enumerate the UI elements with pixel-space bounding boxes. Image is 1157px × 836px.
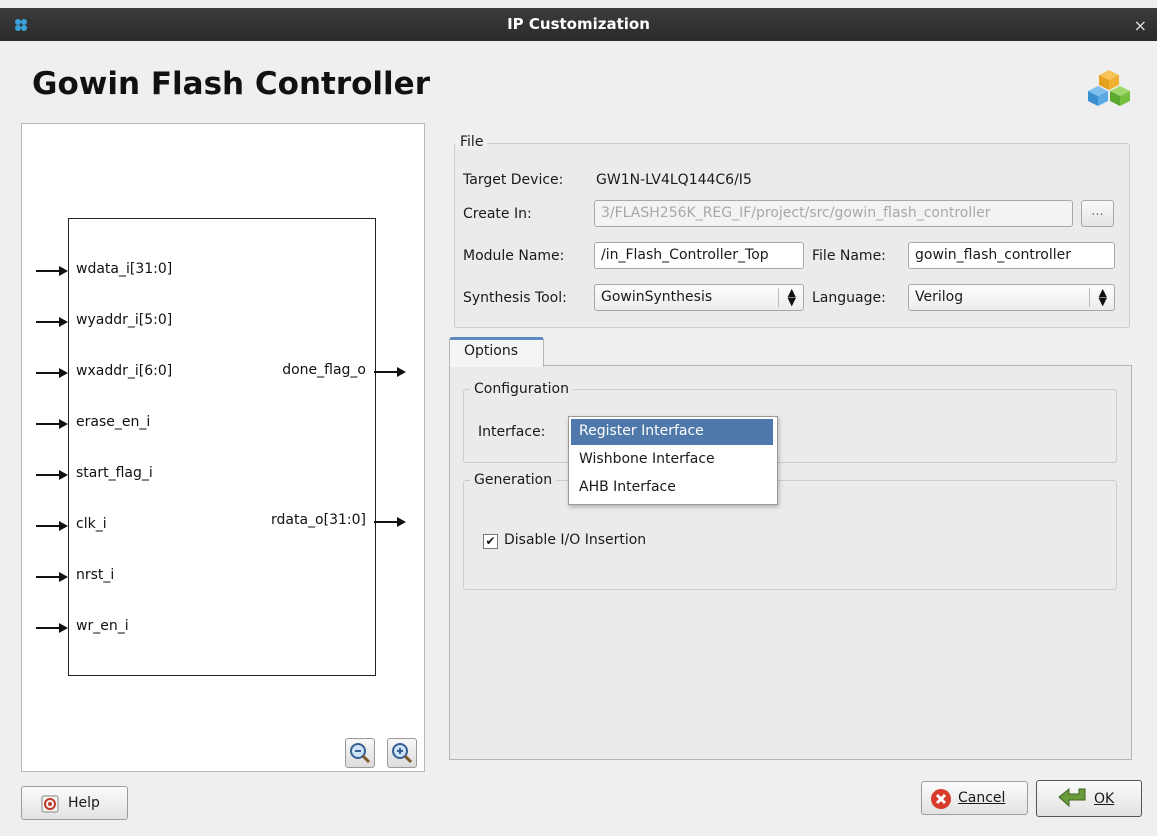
help-button[interactable]: Help [21, 786, 128, 820]
arrow-right-icon [59, 623, 68, 633]
configuration-group [463, 389, 1117, 463]
input-pin-label: start_flag_i [76, 465, 153, 481]
input-pin-label: clk_i [76, 516, 107, 532]
zoom-out-icon [350, 743, 371, 764]
ok-button-label: OK [1094, 791, 1115, 807]
file-name-label: File Name: [812, 248, 886, 264]
close-icon[interactable]: × [1134, 16, 1147, 35]
input-pin-arrow [36, 576, 60, 578]
disable-io-label[interactable]: Disable I/O Insertion [504, 532, 646, 548]
input-pin-arrow [36, 372, 60, 374]
ok-arrow-icon [1058, 787, 1086, 808]
updown-arrows-icon: ▲ ▼ [1098, 286, 1107, 308]
synthesis-tool-label: Synthesis Tool: [463, 290, 567, 306]
arrow-right-icon [59, 470, 68, 480]
zoom-out-button[interactable] [345, 738, 375, 768]
interface-dropdown-list[interactable]: Register Interface Wishbone Interface AH… [568, 416, 778, 505]
zoom-in-icon [392, 743, 413, 764]
arrow-right-icon [59, 368, 68, 378]
input-pin-label: wr_en_i [76, 618, 129, 634]
ok-button[interactable]: OK [1036, 780, 1142, 817]
zoom-in-button[interactable] [387, 738, 417, 768]
input-pin-arrow [36, 270, 60, 272]
arrow-right-icon [59, 419, 68, 429]
input-pin-label: nrst_i [76, 567, 115, 583]
module-name-label: Module Name: [463, 248, 565, 264]
arrow-right-icon [397, 517, 406, 527]
language-value: Verilog [915, 289, 964, 305]
tab-options[interactable]: Options [449, 337, 544, 367]
interface-option-register[interactable]: Register Interface [571, 419, 773, 445]
module-name-field[interactable]: /in_Flash_Controller_Top [594, 242, 804, 269]
generation-group-title: Generation [470, 472, 557, 488]
configuration-group-title: Configuration [470, 381, 573, 397]
input-pin-arrow [36, 423, 60, 425]
window-title: IP Customization [507, 15, 650, 33]
page-title: Gowin Flash Controller [32, 66, 430, 102]
target-device-value: GW1N-LV4LQ144C6/I5 [596, 172, 752, 188]
updown-arrows-icon: ▲ ▼ [787, 286, 796, 308]
browse-button[interactable]: ... [1081, 200, 1114, 227]
input-pin-label: wyaddr_i[5:0] [76, 312, 173, 328]
target-device-label: Target Device: [463, 172, 564, 188]
cancel-button[interactable]: Cancel [921, 781, 1028, 815]
input-pin-label: erase_en_i [76, 414, 151, 430]
interface-label: Interface: [478, 424, 546, 440]
file-name-field[interactable]: gowin_flash_controller [908, 242, 1115, 269]
help-button-label: Help [68, 795, 100, 811]
arrow-right-icon [397, 367, 406, 377]
cancel-button-label: Cancel [958, 790, 1006, 806]
synthesis-tool-value: GowinSynthesis [601, 289, 713, 305]
ip-symbol-block [68, 218, 376, 676]
output-pin-arrow [374, 371, 398, 373]
cancel-icon [931, 789, 951, 809]
interface-option-ahb[interactable]: AHB Interface [571, 475, 773, 501]
language-label: Language: [812, 290, 886, 306]
interface-option-wishbone[interactable]: Wishbone Interface [571, 447, 773, 473]
output-pin-label: rdata_o[31:0] [271, 512, 366, 528]
arrow-right-icon [59, 521, 68, 531]
arrow-right-icon [59, 572, 68, 582]
create-in-field[interactable]: 3/FLASH256K_REG_IF/project/src/gowin_fla… [594, 200, 1073, 227]
synthesis-tool-select[interactable]: GowinSynthesis ▲ ▼ [594, 284, 804, 311]
arrow-right-icon [59, 317, 68, 327]
input-pin-arrow [36, 321, 60, 323]
input-pin-label: wdata_i[31:0] [76, 261, 173, 277]
ip-cubes-icon [1088, 70, 1130, 106]
output-pin-label: done_flag_o [282, 362, 366, 378]
create-in-label: Create In: [463, 206, 532, 222]
help-icon [41, 795, 59, 813]
arrow-right-icon [59, 266, 68, 276]
file-group-title: File [456, 134, 488, 150]
disable-io-checkbox[interactable]: ✔ [483, 534, 498, 549]
input-pin-label: wxaddr_i[6:0] [76, 363, 173, 379]
input-pin-arrow [36, 525, 60, 527]
input-pin-arrow [36, 474, 60, 476]
output-pin-arrow [374, 521, 398, 523]
input-pin-arrow [36, 627, 60, 629]
title-bar: IP Customization × [0, 8, 1157, 41]
language-select[interactable]: Verilog ▲ ▼ [908, 284, 1115, 311]
